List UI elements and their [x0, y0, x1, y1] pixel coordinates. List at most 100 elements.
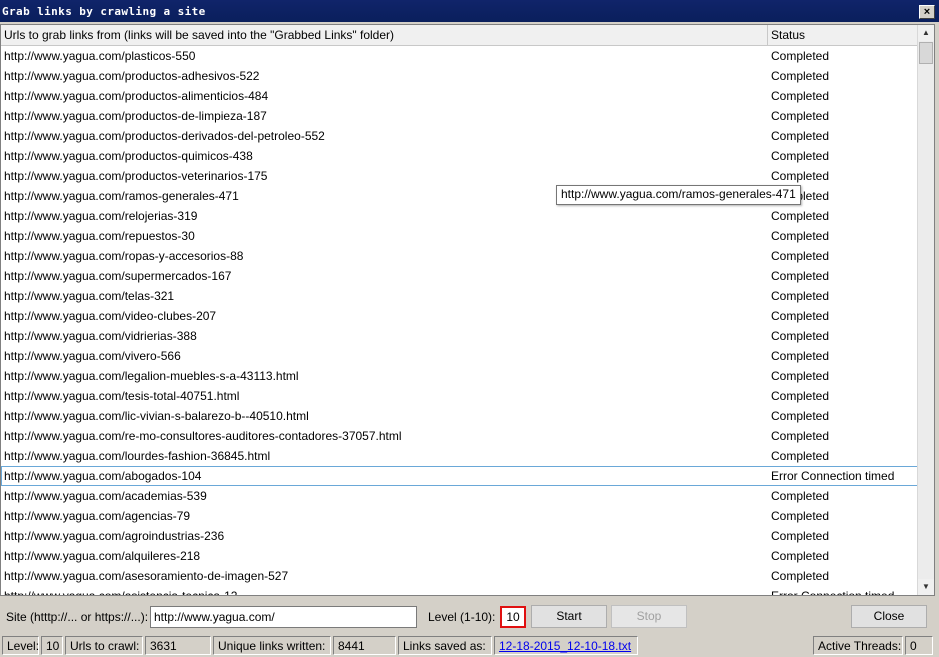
table-row[interactable]: http://www.yagua.com/productos-de-limpie…: [1, 106, 918, 126]
status-threads-label: Active Threads:: [813, 636, 903, 655]
row-status: Completed: [771, 249, 830, 263]
table-row[interactable]: http://www.yagua.com/asistencia-tecnica-…: [1, 586, 918, 595]
row-status: Completed: [771, 389, 830, 403]
table-row[interactable]: http://www.yagua.com/vivero-566 Completed: [1, 346, 918, 366]
table-row[interactable]: http://www.yagua.com/re-mo-consultores-a…: [1, 426, 918, 446]
table-row[interactable]: http://www.yagua.com/relojerias-319 Compl…: [1, 206, 918, 226]
row-url: http://www.yagua.com/productos-derivados…: [4, 129, 325, 143]
scrollbar-thumb[interactable]: [919, 42, 933, 64]
table-row[interactable]: http://www.yagua.com/repuestos-30 Complet…: [1, 226, 918, 246]
table-row[interactable]: http://www.yagua.com/productos-quimicos-…: [1, 146, 918, 166]
row-status: Completed: [771, 489, 830, 503]
table-row[interactable]: http://www.yagua.com/productos-alimentic…: [1, 86, 918, 106]
controls-bar: Site (htttp://... or https://...): http:…: [0, 600, 939, 634]
table-row[interactable]: http://www.yagua.com/productos-adhesivos…: [1, 66, 918, 86]
row-status: Completed: [771, 269, 830, 283]
row-url: http://www.yagua.com/relojerias-319: [4, 209, 198, 223]
status-bar: Level: 10 Urls to crawl: 3631 Unique lin…: [0, 635, 939, 657]
row-status: Completed: [771, 349, 830, 363]
status-level-label: Level:: [2, 636, 39, 655]
row-status: Completed: [771, 209, 830, 223]
row-status: Completed: [771, 49, 830, 63]
scroll-down-arrow-icon[interactable]: ▼: [918, 579, 934, 595]
row-url: http://www.yagua.com/vidrierias-388: [4, 329, 197, 343]
row-status: Completed: [771, 429, 830, 443]
table-row[interactable]: http://www.yagua.com/vidrierias-388 Compl…: [1, 326, 918, 346]
row-url: http://www.yagua.com/asesoramiento-de-im…: [4, 569, 289, 583]
table-row[interactable]: http://www.yagua.com/telas-321 Completed: [1, 286, 918, 306]
site-label: Site (htttp://... or https://...):: [6, 610, 149, 624]
row-status: Completed: [771, 69, 830, 83]
row-url: http://www.yagua.com/abogados-104: [4, 469, 202, 483]
row-url: http://www.yagua.com/repuestos-30: [4, 229, 195, 243]
close-window-button[interactable]: ×: [919, 5, 935, 19]
row-status: Completed: [771, 169, 830, 183]
start-button[interactable]: Start: [531, 605, 607, 628]
row-status: Completed: [771, 569, 830, 583]
table-row[interactable]: http://www.yagua.com/agencias-79 Complete…: [1, 506, 918, 526]
row-status: Completed: [771, 129, 830, 143]
row-url: http://www.yagua.com/ropas-y-accesorios-…: [4, 249, 244, 263]
list-header: Urls to grab links from (links will be s…: [1, 25, 918, 46]
table-row[interactable]: http://www.yagua.com/asesoramiento-de-im…: [1, 566, 918, 586]
table-row[interactable]: http://www.yagua.com/lic-vivian-s-balare…: [1, 406, 918, 426]
status-urls-value: 3631: [145, 636, 211, 655]
status-unique-label: Unique links written:: [213, 636, 331, 655]
status-unique-value: 8441: [333, 636, 396, 655]
row-url: http://www.yagua.com/productos-quimicos-…: [4, 149, 253, 163]
row-url: http://www.yagua.com/vivero-566: [4, 349, 181, 363]
status-saved-file: 12-18-2015_12-10-18.txt: [494, 636, 638, 655]
scroll-up-arrow-icon[interactable]: ▲: [918, 25, 934, 41]
row-status: Completed: [771, 289, 830, 303]
level-input[interactable]: 10: [500, 606, 526, 628]
row-status: Completed: [771, 309, 830, 323]
vertical-scrollbar[interactable]: ▲ ▼: [917, 25, 934, 595]
row-status: Completed: [771, 329, 830, 343]
table-row[interactable]: http://www.yagua.com/legalion-muebles-s-…: [1, 366, 918, 386]
row-status: Completed: [771, 509, 830, 523]
row-url: http://www.yagua.com/academias-539: [4, 489, 207, 503]
row-url: http://www.yagua.com/productos-de-limpie…: [4, 109, 267, 123]
row-status: Completed: [771, 529, 830, 543]
table-row[interactable]: http://www.yagua.com/plasticos-550 Comple…: [1, 46, 918, 66]
window-title: Grab links by crawling a site: [2, 5, 206, 18]
status-saved-label: Links saved as:: [398, 636, 492, 655]
row-status: Error Connection timed: [771, 586, 916, 595]
table-row[interactable]: http://www.yagua.com/supermercados-167 Co…: [1, 266, 918, 286]
row-url: http://www.yagua.com/telas-321: [4, 289, 175, 303]
status-urls-label: Urls to crawl:: [65, 636, 143, 655]
column-header-urls[interactable]: Urls to grab links from (links will be s…: [1, 25, 768, 45]
table-row[interactable]: http://www.yagua.com/academias-539 Comple…: [1, 486, 918, 506]
row-status: Error Connection timed: [771, 469, 895, 483]
row-status: Completed: [771, 229, 830, 243]
table-row[interactable]: http://www.yagua.com/productos-derivados…: [1, 126, 918, 146]
table-row[interactable]: http://www.yagua.com/agroindustrias-236 C…: [1, 526, 918, 546]
row-url: http://www.yagua.com/productos-veterinar…: [4, 169, 268, 183]
table-row[interactable]: http://www.yagua.com/productos-veterinar…: [1, 166, 918, 186]
row-url: http://www.yagua.com/productos-adhesivos…: [4, 69, 260, 83]
status-threads-value: 0: [905, 636, 933, 655]
saved-file-link[interactable]: 12-18-2015_12-10-18.txt: [499, 639, 631, 653]
table-row[interactable]: http://www.yagua.com/lourdes-fashion-368…: [1, 446, 918, 466]
row-url: http://www.yagua.com/agencias-79: [4, 509, 191, 523]
column-header-status[interactable]: Status: [768, 25, 918, 45]
close-button[interactable]: Close: [851, 605, 927, 628]
table-row[interactable]: http://www.yagua.com/alquileres-218 Compl…: [1, 546, 918, 566]
site-input[interactable]: http://www.yagua.com/: [150, 606, 417, 628]
row-url: http://www.yagua.com/lic-vivian-s-balare…: [4, 409, 309, 423]
row-url: http://www.yagua.com/asistencia-tecnica-…: [4, 586, 764, 595]
row-status: Completed: [771, 409, 830, 423]
url-list[interactable]: Urls to grab links from (links will be s…: [0, 24, 935, 596]
row-status: Completed: [771, 89, 830, 103]
row-url: http://www.yagua.com/legalion-muebles-s-…: [4, 369, 299, 383]
url-tooltip: http://www.yagua.com/ramos-generales-471: [556, 185, 801, 205]
table-row[interactable]: http://www.yagua.com/ropas-y-accesorios-…: [1, 246, 918, 266]
table-row[interactable]: http://www.yagua.com/abogados-104 Error C…: [1, 466, 918, 486]
stop-button[interactable]: Stop: [611, 605, 687, 628]
table-row[interactable]: http://www.yagua.com/tesis-total-40751.h…: [1, 386, 918, 406]
table-row[interactable]: http://www.yagua.com/video-clubes-207 Com…: [1, 306, 918, 326]
row-url: http://www.yagua.com/plasticos-550: [4, 49, 196, 63]
row-status: Completed: [771, 369, 830, 383]
row-url: http://www.yagua.com/alquileres-218: [4, 549, 201, 563]
row-status: Completed: [771, 109, 830, 123]
